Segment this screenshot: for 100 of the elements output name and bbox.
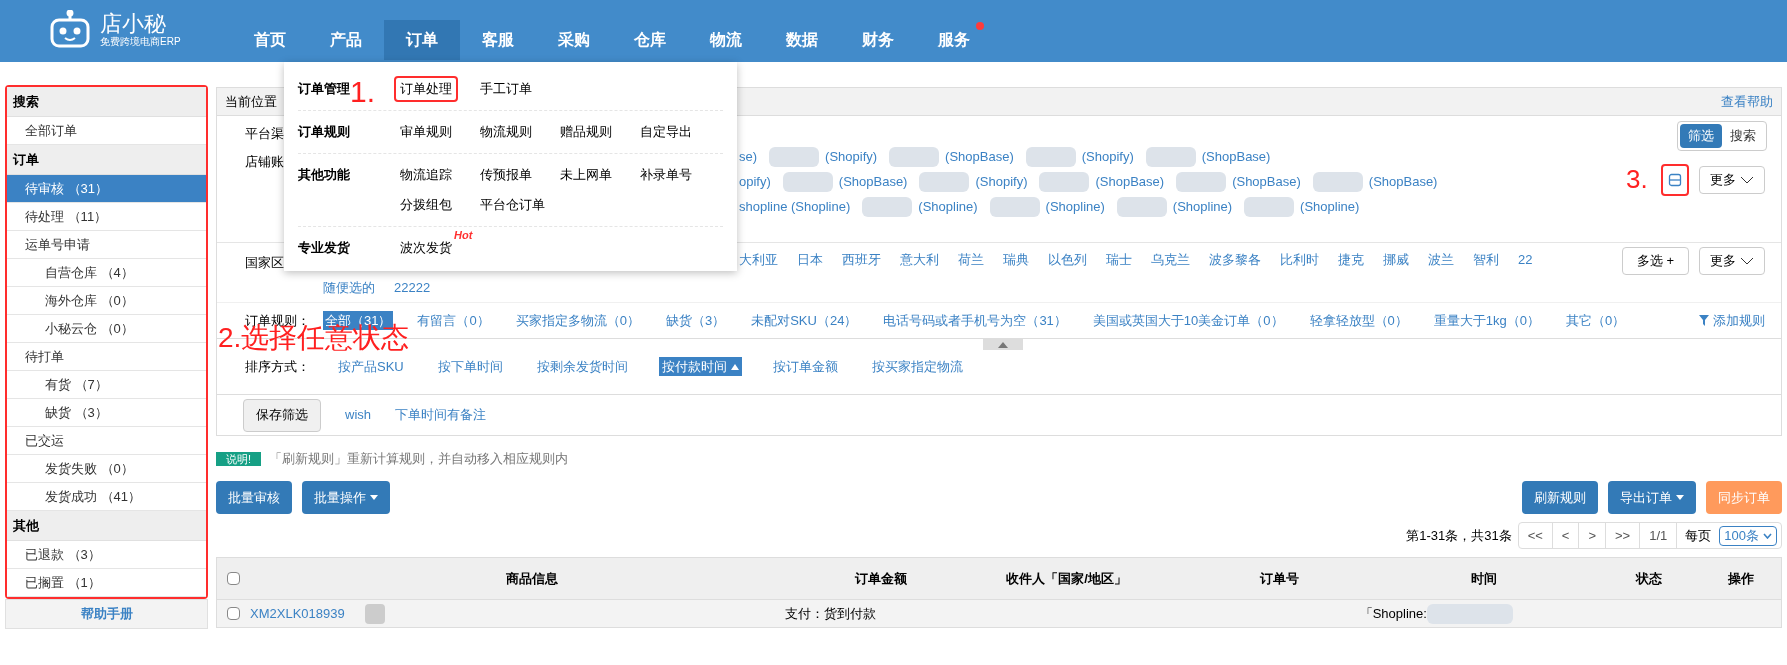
nav-tab[interactable]: 产品 [308, 20, 384, 60]
country-link[interactable]: 乌克兰 [1151, 250, 1190, 270]
saved-filter-link[interactable]: wish [345, 405, 371, 425]
order-action-button[interactable]: 导出订单 [1608, 481, 1696, 514]
pagination-button[interactable]: >> [1606, 523, 1641, 548]
country-link[interactable]: 波多黎各 [1209, 250, 1261, 270]
menu-item[interactable]: 审单规则 [394, 119, 458, 145]
pagination-button[interactable]: < [1552, 523, 1580, 548]
country-link[interactable]: 比利时 [1280, 250, 1319, 270]
filter-label: 国家区 [245, 254, 284, 272]
menu-item[interactable]: 自定导出 [634, 119, 698, 145]
batch-action-button[interactable]: 批量审核 [216, 481, 292, 514]
menu-item[interactable]: 补录单号 [634, 162, 698, 188]
sort-option-link[interactable]: 按剩余发货时间 [533, 356, 631, 377]
menu-item[interactable]: 分拨组包 [394, 192, 458, 218]
help-manual-link[interactable]: 帮助手册 [5, 599, 208, 629]
store-link[interactable]: (ShopBase) [1201, 147, 1271, 167]
store-link[interactable]: (ShopBase) [1368, 172, 1438, 192]
collapse-tab[interactable] [983, 339, 1023, 350]
help-link[interactable]: 查看帮助 [1721, 91, 1773, 112]
rule-filter-link[interactable]: 轻拿轻放型（0） [1307, 310, 1410, 331]
batch-action-button[interactable]: 批量操作 [302, 481, 390, 514]
store-link[interactable]: (Shopline) [918, 197, 978, 217]
country-link[interactable]: 荷兰 [958, 250, 984, 270]
select-all-checkbox[interactable] [227, 572, 240, 585]
store-link[interactable]: (Shopify) [975, 172, 1028, 192]
pagination-button[interactable]: 1/1 [1640, 523, 1678, 548]
sort-option-link[interactable]: 按付款时间 [658, 356, 742, 377]
nav-tab[interactable]: 订单 [384, 20, 460, 60]
menu-item[interactable]: 物流规则 [474, 119, 538, 145]
store-link[interactable]: opify) [739, 172, 771, 192]
rule-filter-link[interactable]: 其它（0） [1564, 310, 1628, 331]
view-toggle-tab[interactable]: 筛选 [1680, 124, 1722, 148]
pagination-button[interactable]: << [1518, 523, 1553, 548]
order-action-button[interactable]: 刷新规则 [1522, 481, 1598, 514]
store-link[interactable]: (ShopBase) [1095, 172, 1165, 192]
nav-tab[interactable]: 首页 [232, 20, 308, 60]
rule-filter-link[interactable]: 缺货（3） [663, 310, 728, 331]
rule-filter-link[interactable]: 未配对SKU（24） [749, 310, 860, 331]
multi-select-button[interactable]: 多选 + [1621, 247, 1689, 275]
country-link[interactable]: 捷克 [1338, 250, 1364, 270]
nav-tab[interactable]: 客服 [460, 20, 536, 60]
sidebar-section-title: 其他 [7, 511, 206, 541]
country-link[interactable]: 日本 [797, 250, 823, 270]
row-checkbox[interactable] [227, 607, 240, 620]
rule-filter-link[interactable]: 美国或英国大于10美金订单（0） [1090, 310, 1286, 331]
nav-tab[interactable]: 物流 [688, 20, 764, 60]
country-link[interactable]: 随便选的 [323, 278, 375, 298]
country-link[interactable]: 瑞士 [1106, 250, 1132, 270]
store-link[interactable]: (ShopBase) [838, 172, 908, 192]
save-filter-button[interactable]: 保存筛选 [243, 398, 321, 432]
country-link[interactable]: 大利亚 [739, 250, 778, 270]
rule-filter-link[interactable]: 电话号码或者手机号为空（31） [881, 310, 1069, 331]
saved-filter-link[interactable]: 下单时间有备注 [395, 405, 486, 425]
nav-tab[interactable]: 仓库 [612, 20, 688, 60]
more-dropdown[interactable]: 更多 [1699, 166, 1765, 194]
store-link[interactable]: (Shopify) [825, 147, 878, 167]
menu-item[interactable]: 订单处理 [394, 76, 458, 102]
menu-item[interactable]: 物流追踪 [394, 162, 458, 188]
store-link[interactable]: se) [739, 147, 758, 167]
store-link[interactable]: (Shopify) [1081, 147, 1134, 167]
view-toggle-tab[interactable]: 搜索 [1722, 124, 1764, 148]
nav-tab[interactable]: 采购 [536, 20, 612, 60]
country-link[interactable]: 以色列 [1048, 250, 1087, 270]
menu-item[interactable]: 平台仓订单 [474, 192, 551, 218]
country-link[interactable]: 22222 [394, 278, 431, 298]
country-link[interactable]: 瑞典 [1003, 250, 1029, 270]
sort-option-link[interactable]: 按下单时间 [434, 356, 506, 377]
nav-tab[interactable]: 数据 [764, 20, 840, 60]
rule-filter-link[interactable]: 有留言（0） [415, 310, 492, 331]
country-link[interactable]: 波兰 [1428, 250, 1454, 270]
sort-option-link[interactable]: 按产品SKU [335, 356, 407, 377]
menu-item[interactable]: 传预报单 [474, 162, 538, 188]
menu-item[interactable]: 赠品规则 [554, 119, 618, 145]
sort-option-link[interactable]: 按订单金额 [769, 356, 841, 377]
country-link[interactable]: 西班牙 [842, 250, 881, 270]
pagination-button[interactable]: > [1579, 523, 1607, 548]
more-dropdown[interactable]: 更多 [1699, 247, 1765, 275]
menu-item[interactable]: 手工订单 [474, 76, 538, 102]
per-page-select[interactable]: 100条 [1719, 525, 1777, 546]
store-link[interactable]: (Shopline) [1045, 197, 1105, 217]
sort-option-link[interactable]: 按买家指定物流 [868, 356, 966, 377]
rule-filter-link[interactable]: 买家指定多物流（0） [513, 310, 642, 331]
store-link[interactable]: (ShopBase) [945, 147, 1014, 167]
sidebar-item[interactable]: 待审核 （31） [7, 175, 206, 203]
store-link[interactable]: (Shopline) [1172, 197, 1233, 217]
add-rule-link[interactable]: 添加规则 [1699, 310, 1765, 331]
country-link[interactable]: 意大利 [900, 250, 939, 270]
store-link[interactable]: (ShopBase) [1232, 172, 1301, 192]
nav-tab[interactable]: 服务 [916, 20, 992, 60]
menu-item[interactable]: 未上网单 [554, 162, 618, 188]
nav-tab[interactable]: 财务 [840, 20, 916, 60]
country-link[interactable]: 22 [1518, 250, 1533, 270]
country-link[interactable]: 挪威 [1383, 250, 1409, 270]
rule-filter-link[interactable]: 重量大于1kg（0） [1431, 310, 1542, 331]
order-id-link[interactable]: XM2XLK018939 [250, 603, 345, 624]
store-link[interactable]: shopline (Shopline) [739, 197, 851, 217]
country-link[interactable]: 智利 [1473, 250, 1499, 270]
store-link[interactable]: (Shopline) [1300, 197, 1360, 217]
collapse-toggle-button[interactable] [1661, 164, 1689, 196]
